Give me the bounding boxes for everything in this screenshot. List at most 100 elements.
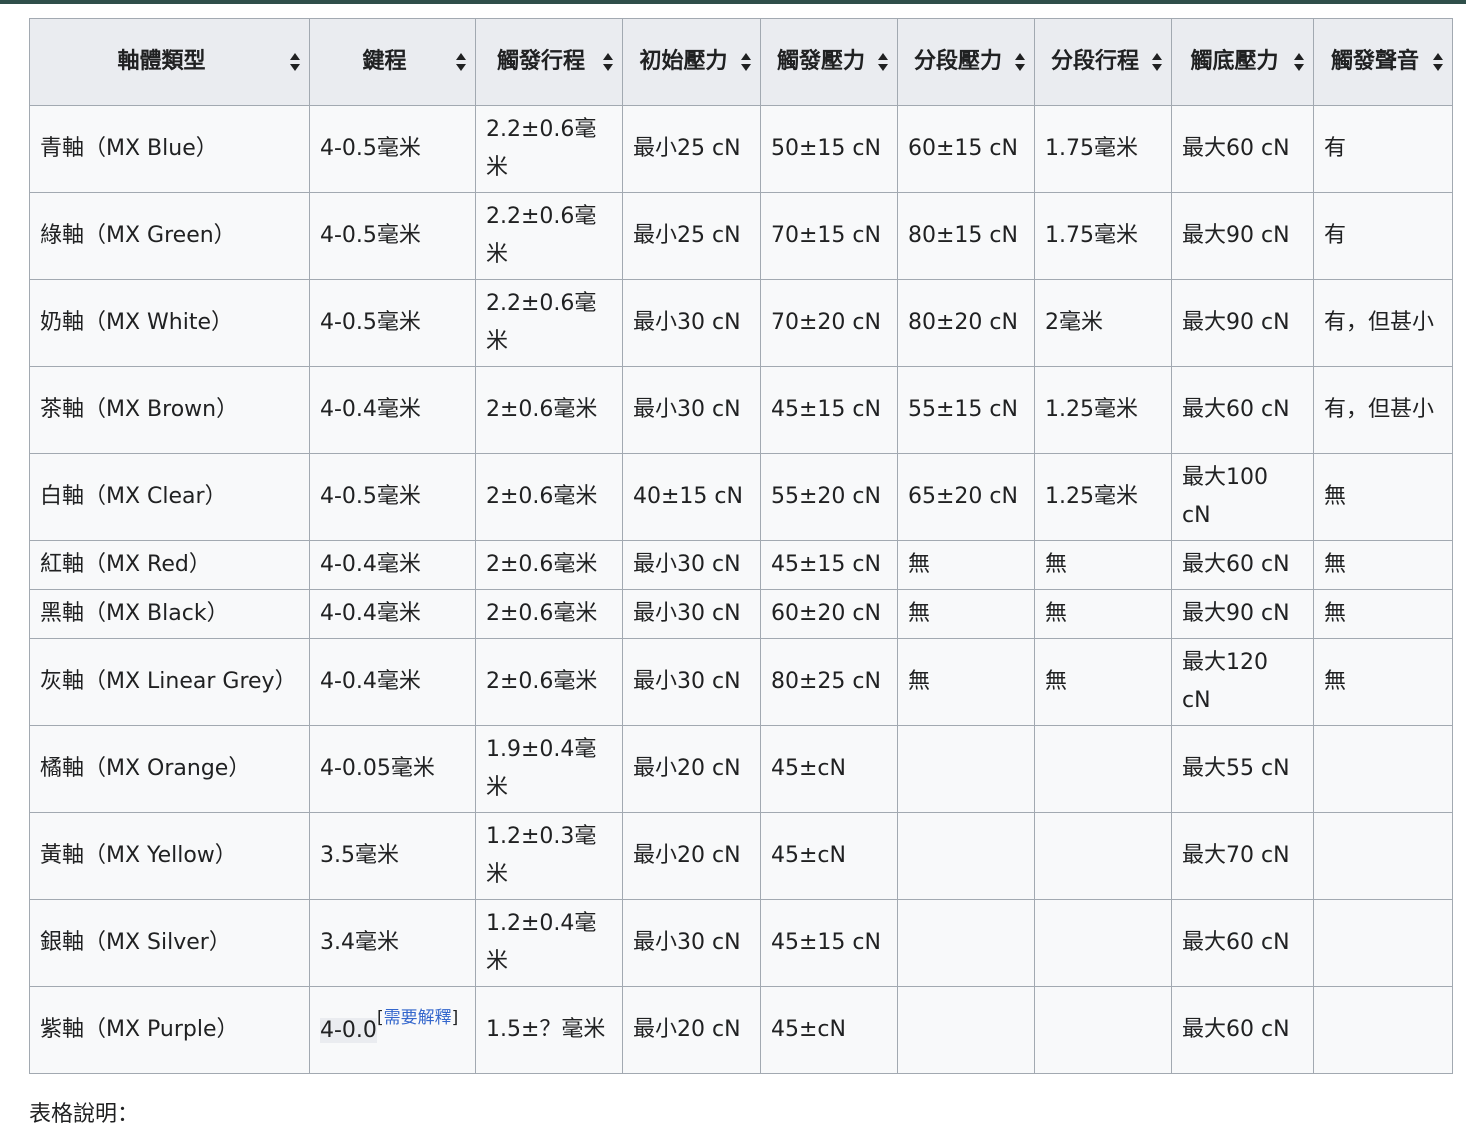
column-header-tactile-force[interactable]: 分段壓力 [897, 18, 1035, 106]
table-cell: 無 [1313, 453, 1453, 541]
column-header-key-travel[interactable]: 鍵程 [309, 18, 476, 106]
column-header-initial-force[interactable]: 初始壓力 [622, 18, 761, 106]
column-header-tactile-travel[interactable]: 分段行程 [1034, 18, 1172, 106]
table-cell: 最小30 cN [622, 638, 761, 726]
table-cell: 4-0.5毫米 [309, 192, 476, 280]
sort-icon[interactable] [1294, 53, 1304, 71]
table-cell [897, 899, 1035, 987]
table-cell: 45±cN [760, 812, 898, 900]
table-cell: 55±20 cN [760, 453, 898, 541]
table-cell: 2±0.6毫米 [475, 540, 623, 590]
table-cell: 45±cN [760, 725, 898, 813]
table-row: 紅軸（MX Red） 4-0.4毫米 2±0.6毫米 最小30 cN 45±15… [29, 540, 1453, 590]
sort-icon[interactable] [1433, 53, 1443, 71]
table-cell: 1.75毫米 [1034, 105, 1172, 193]
sort-icon[interactable] [741, 53, 751, 71]
table-cell: 最大90 cN [1171, 192, 1314, 280]
table-cell: 50±15 cN [760, 105, 898, 193]
table-cell: 2.2±0.6毫米 [475, 192, 623, 280]
table-row: 奶軸（MX White） 4-0.5毫米 2.2±0.6毫米 最小30 cN 7… [29, 279, 1453, 367]
table-cell: 最小30 cN [622, 366, 761, 454]
table-row: 灰軸（MX Linear Grey） 4-0.4毫米 2±0.6毫米 最小30 … [29, 638, 1453, 726]
table-cell [897, 725, 1035, 813]
table-cell: 4-0.05毫米 [309, 725, 476, 813]
column-header-click-sound[interactable]: 觸發聲音 [1313, 18, 1453, 106]
table-cell: 最大70 cN [1171, 812, 1314, 900]
sort-icon[interactable] [878, 53, 888, 71]
table-row: 黃軸（MX Yellow） 3.5毫米 1.2±0.3毫米 最小20 cN 45… [29, 812, 1453, 900]
sort-icon[interactable] [290, 53, 300, 71]
table-cell: 45±15 cN [760, 366, 898, 454]
table-cell: 45±15 cN [760, 540, 898, 590]
table-cell: 70±15 cN [760, 192, 898, 280]
column-header-actuation-travel[interactable]: 觸發行程 [475, 18, 623, 106]
table-notes-heading: 表格說明： [29, 1102, 140, 1127]
column-header-label: 鍵程 [362, 49, 407, 74]
sort-icon[interactable] [456, 53, 466, 71]
table-cell: 60±15 cN [897, 105, 1035, 193]
table-cell: 1.9±0.4毫米 [475, 725, 623, 813]
table-cell: 最小20 cN [622, 725, 761, 813]
table-row: 橘軸（MX Orange） 4-0.05毫米 1.9±0.4毫米 最小20 cN… [29, 725, 1453, 813]
table-cell: 55±15 cN [897, 366, 1035, 454]
table-cell: 80±25 cN [760, 638, 898, 726]
table-cell: 2毫米 [1034, 279, 1172, 367]
table-cell: 無 [897, 638, 1035, 726]
table-cell: 最大60 cN [1171, 540, 1314, 590]
table-cell: 最小30 cN [622, 279, 761, 367]
sort-icon[interactable] [1015, 53, 1025, 71]
table-cell [1313, 812, 1453, 900]
column-header-label: 初始壓力 [639, 49, 728, 74]
table-cell: 無 [897, 540, 1035, 590]
table-cell: 80±15 cN [897, 192, 1035, 280]
citation-needed-link[interactable]: 需要解釋 [384, 1008, 452, 1028]
table-row: 白軸（MX Clear） 4-0.5毫米 2±0.6毫米 40±15 cN 55… [29, 453, 1453, 541]
table-cell: 有，但甚小 [1313, 366, 1453, 454]
table-cell: 青軸（MX Blue） [29, 105, 310, 193]
table-cell: 最小30 cN [622, 899, 761, 987]
table-cell: 4-0.5毫米 [309, 453, 476, 541]
table-cell: 1.2±0.3毫米 [475, 812, 623, 900]
table-cell: 2±0.6毫米 [475, 589, 623, 639]
table-cell: 2±0.6毫米 [475, 366, 623, 454]
table-cell: 最大120 cN [1171, 638, 1314, 726]
table-cell: 4-0.4毫米 [309, 589, 476, 639]
column-header-actuation-force[interactable]: 觸發壓力 [760, 18, 898, 106]
table-cell: 銀軸（MX Silver） [29, 899, 310, 987]
table-cell: 2.2±0.6毫米 [475, 279, 623, 367]
column-header-label: 分段壓力 [913, 49, 1002, 74]
table-cell: 1.2±0.4毫米 [475, 899, 623, 987]
table-cell: 最大60 cN [1171, 986, 1314, 1074]
sort-icon[interactable] [1152, 53, 1162, 71]
column-header-label: 軸體類型 [117, 49, 206, 74]
column-header-label: 觸底壓力 [1190, 49, 1279, 74]
table-cell: 最大90 cN [1171, 589, 1314, 639]
table-cell: 最大60 cN [1171, 899, 1314, 987]
table-row: 綠軸（MX Green） 4-0.5毫米 2.2±0.6毫米 最小25 cN 7… [29, 192, 1453, 280]
table-cell: 最大60 cN [1171, 105, 1314, 193]
table-cell: 有 [1313, 192, 1453, 280]
table-cell: 最小30 cN [622, 540, 761, 590]
table-cell: 最小20 cN [622, 812, 761, 900]
table-cell: 2±0.6毫米 [475, 638, 623, 726]
table-cell: 3.4毫米 [309, 899, 476, 987]
sort-icon[interactable] [603, 53, 613, 71]
table-cell: 無 [1034, 540, 1172, 590]
table-cell [1034, 812, 1172, 900]
table-row: 黑軸（MX Black） 4-0.4毫米 2±0.6毫米 最小30 cN 60±… [29, 589, 1453, 639]
table-cell: 4-0.5毫米 [309, 105, 476, 193]
table-cell [1034, 986, 1172, 1074]
table-cell: 4-0.0[需要解釋] [309, 986, 476, 1074]
table-cell: 4-0.4毫米 [309, 540, 476, 590]
table-cell: 1.25毫米 [1034, 453, 1172, 541]
table-cell: 橘軸（MX Orange） [29, 725, 310, 813]
table-cell: 有 [1313, 105, 1453, 193]
table-cell: 紅軸（MX Red） [29, 540, 310, 590]
column-header-label: 分段行程 [1050, 49, 1139, 74]
column-header-switch-type[interactable]: 軸體類型 [29, 18, 310, 106]
table-cell: 1.5±？毫米 [475, 986, 623, 1074]
table-cell: 無 [1313, 638, 1453, 726]
table-cell: 最小30 cN [622, 589, 761, 639]
column-header-bottom-out-force[interactable]: 觸底壓力 [1171, 18, 1314, 106]
table-cell [1313, 986, 1453, 1074]
